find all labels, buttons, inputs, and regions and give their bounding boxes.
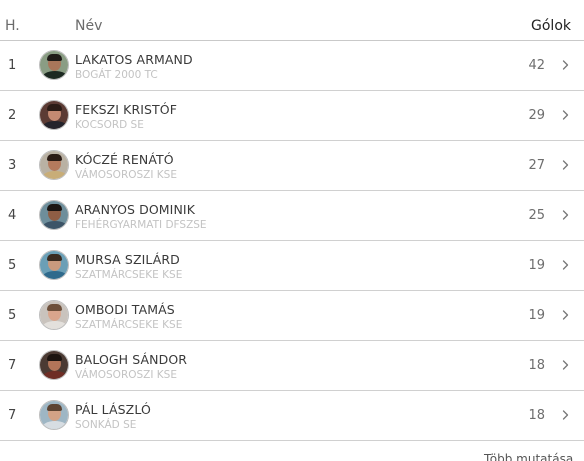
player-goals: 42: [528, 58, 545, 73]
player-club: BOGÁT 2000 TC: [75, 69, 158, 81]
table-header: H. Név Gólok: [0, 0, 584, 41]
avatar-hair: [47, 154, 62, 161]
row-rank: 4: [8, 208, 17, 223]
player-avatar-icon: [39, 150, 69, 180]
player-club: VÁMOSOROSZI KSE: [75, 169, 177, 181]
player-name: BALOGH SÁNDOR: [75, 352, 188, 367]
chevron-right-icon[interactable]: [561, 109, 570, 121]
table-row[interactable]: 1 LAKATOS ARMAND BOGÁT 2000 TC 42: [0, 41, 584, 91]
avatar-hair: [47, 404, 62, 411]
chevron-right-icon[interactable]: [561, 209, 570, 221]
row-rank: 3: [8, 158, 17, 173]
avatar-shirt: [42, 321, 68, 329]
chevron-right-icon[interactable]: [561, 409, 570, 421]
player-name: MURSA SZILÁRD: [75, 252, 180, 267]
player-goals: 29: [528, 108, 545, 123]
player-avatar-icon: [39, 200, 69, 230]
chevron-right-icon[interactable]: [561, 359, 570, 371]
player-avatar-icon: [39, 50, 69, 80]
player-goals: 19: [528, 308, 545, 323]
avatar-shirt: [42, 221, 68, 229]
header-goals: Gólok: [531, 18, 571, 34]
table-row[interactable]: 2 FEKSZI KRISTÓF KOCSORD SE 29: [0, 91, 584, 141]
avatar-hair: [47, 104, 62, 111]
avatar-hair: [47, 204, 62, 211]
player-goals: 18: [528, 358, 545, 373]
avatar-hair: [47, 354, 62, 361]
player-name: LAKATOS ARMAND: [75, 52, 193, 67]
player-goals: 19: [528, 258, 545, 273]
player-club: SONKÁD SE: [75, 419, 137, 431]
row-rank: 7: [8, 408, 17, 423]
player-club: SZATMÁRCSEKE KSE: [75, 319, 183, 331]
chevron-right-icon[interactable]: [561, 59, 570, 71]
row-rank: 5: [8, 308, 17, 323]
avatar-shirt: [42, 171, 68, 179]
player-goals: 18: [528, 408, 545, 423]
avatar-shirt: [42, 121, 68, 129]
table-row[interactable]: 4 ARANYOS DOMINIK FEHÉRGYARMATI DFSZSE 25: [0, 191, 584, 241]
avatar-shirt: [42, 421, 68, 429]
chevron-right-icon[interactable]: [561, 159, 570, 171]
avatar-shirt: [42, 271, 68, 279]
table-row[interactable]: 7 PÁL LÁSZLÓ SONKÁD SE 18: [0, 391, 584, 441]
player-avatar-icon: [39, 350, 69, 380]
avatar-hair: [47, 304, 62, 311]
player-club: KOCSORD SE: [75, 119, 144, 131]
player-name: KÓCZÉ RENÁTÓ: [75, 152, 174, 167]
table-row[interactable]: 5 MURSA SZILÁRD SZATMÁRCSEKE KSE 19: [0, 241, 584, 291]
table-row[interactable]: 5 OMBODI TAMÁS SZATMÁRCSEKE KSE 19: [0, 291, 584, 341]
player-name: PÁL LÁSZLÓ: [75, 402, 151, 417]
player-club: FEHÉRGYARMATI DFSZSE: [75, 219, 207, 231]
chevron-right-icon[interactable]: [561, 309, 570, 321]
player-name: FEKSZI KRISTÓF: [75, 102, 178, 117]
chevron-right-icon[interactable]: [561, 259, 570, 271]
player-name: ARANYOS DOMINIK: [75, 202, 195, 217]
avatar-shirt: [42, 371, 68, 379]
player-name: OMBODI TAMÁS: [75, 302, 175, 317]
player-avatar-icon: [39, 100, 69, 130]
player-avatar-icon: [39, 250, 69, 280]
row-rank: 2: [8, 108, 17, 123]
table-row[interactable]: 3 KÓCZÉ RENÁTÓ VÁMOSOROSZI KSE 27: [0, 141, 584, 191]
player-avatar-icon: [39, 400, 69, 430]
player-club: VÁMOSOROSZI KSE: [75, 369, 177, 381]
show-more-link[interactable]: Több mutatása: [484, 452, 573, 461]
header-rank: H.: [5, 18, 20, 34]
avatar-shirt: [42, 71, 68, 79]
avatar-hair: [47, 254, 62, 261]
row-rank: 1: [8, 58, 17, 73]
player-avatar-icon: [39, 300, 69, 330]
player-goals: 25: [528, 208, 545, 223]
player-club: SZATMÁRCSEKE KSE: [75, 269, 183, 281]
row-rank: 7: [8, 358, 17, 373]
row-rank: 5: [8, 258, 17, 273]
header-name: Név: [75, 18, 103, 34]
table-row[interactable]: 7 BALOGH SÁNDOR VÁMOSOROSZI KSE 18: [0, 341, 584, 391]
avatar-hair: [47, 54, 62, 61]
player-goals: 27: [528, 158, 545, 173]
